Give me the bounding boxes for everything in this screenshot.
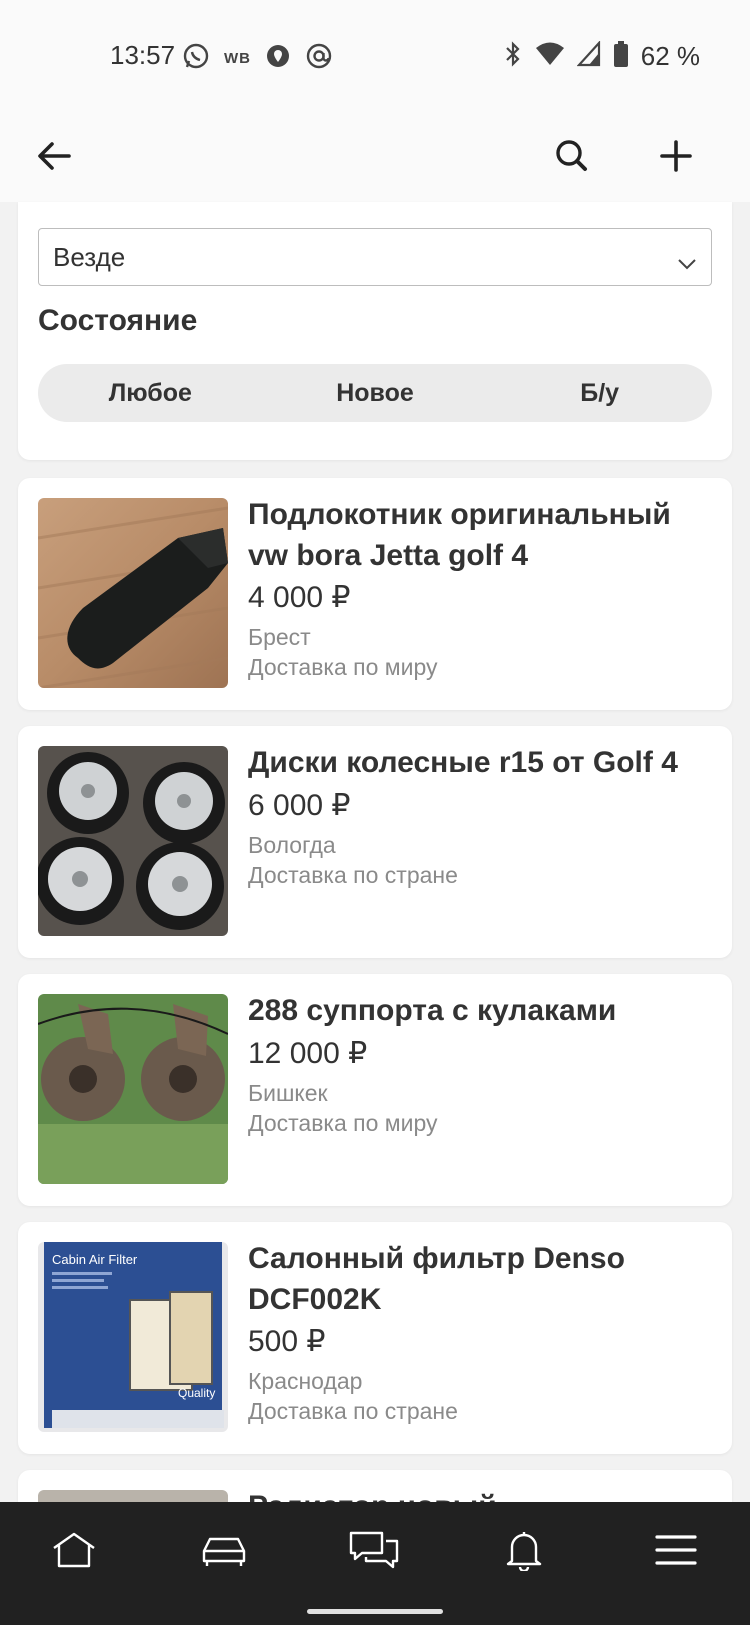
image-caption: Cabin Air Filter bbox=[52, 1252, 138, 1267]
listing-delivery: Доставка по миру bbox=[248, 654, 438, 680]
listing-title-line: vw bora Jetta golf 4 bbox=[248, 539, 529, 572]
battery-percentage: 62 % bbox=[640, 41, 700, 71]
listing-delivery: Доставка по миру bbox=[248, 1110, 438, 1136]
listing-card[interactable]: Подлокотник оригинальный vw bora Jetta g… bbox=[18, 478, 732, 710]
status-system-icons: 62 % bbox=[503, 40, 700, 73]
listing-title-line: DCF002K bbox=[248, 1283, 382, 1316]
nav-home-button[interactable] bbox=[44, 1524, 104, 1576]
listing-price: 500 ₽ bbox=[248, 1325, 326, 1358]
nav-notifications-button[interactable] bbox=[494, 1524, 554, 1576]
filter-panel: Везде Состояние Любое Новое Б/у bbox=[18, 202, 732, 460]
listing-title: Диски колесные r15 от Golf 4 bbox=[248, 742, 708, 783]
nav-garage-button[interactable] bbox=[194, 1524, 254, 1576]
listing-card[interactable]: 288 суппорта с кулаками 12 000 ₽ Бишкек … bbox=[18, 974, 732, 1206]
bottom-navigation bbox=[0, 1502, 750, 1625]
bluetooth-icon bbox=[503, 40, 523, 73]
add-listing-button[interactable] bbox=[648, 128, 704, 184]
search-icon bbox=[556, 140, 587, 171]
listing-title-line: Подлокотник оригинальный bbox=[248, 498, 671, 531]
nav-messages-button[interactable] bbox=[344, 1524, 404, 1576]
bell-icon bbox=[506, 1532, 542, 1571]
location-pin-icon bbox=[265, 43, 291, 74]
listing-card[interactable]: Cabin Air Filter Quality Салонный фильтр… bbox=[18, 1222, 732, 1454]
listing-city: Брест bbox=[248, 624, 311, 650]
listing-title: Салонный фильтр Denso DCF002K bbox=[248, 1238, 708, 1320]
at-sign-icon bbox=[305, 42, 333, 75]
search-button[interactable] bbox=[544, 128, 600, 184]
listing-image bbox=[38, 498, 228, 688]
cellular-signal-icon bbox=[576, 40, 601, 72]
menu-icon bbox=[655, 1535, 697, 1565]
location-select-value: Везде bbox=[53, 241, 126, 272]
listing-price: 12 000 ₽ bbox=[248, 1037, 368, 1070]
home-indicator[interactable] bbox=[307, 1609, 443, 1614]
battery-icon bbox=[613, 40, 629, 73]
listing-city: Бишкек bbox=[248, 1080, 328, 1106]
nav-menu-button[interactable] bbox=[646, 1524, 706, 1576]
chevron-down-icon bbox=[677, 247, 697, 278]
listing-title: 288 суппорта с кулаками bbox=[248, 990, 708, 1031]
arrow-left-icon bbox=[38, 142, 71, 170]
condition-option-used[interactable]: Б/у bbox=[487, 379, 712, 408]
listing-delivery: Доставка по стране bbox=[248, 862, 458, 888]
listing-city: Вологда bbox=[248, 832, 336, 858]
app-bar bbox=[0, 110, 750, 202]
home-icon bbox=[53, 1532, 95, 1568]
status-bar: 13:57 WB 62 % bbox=[0, 0, 750, 110]
condition-option-any[interactable]: Любое bbox=[38, 379, 263, 408]
listing-city: Краснодар bbox=[248, 1368, 363, 1394]
listing-price: 6 000 ₽ bbox=[248, 789, 351, 822]
listing-image: Cabin Air Filter Quality bbox=[38, 1242, 228, 1432]
status-time: 13:57 bbox=[110, 40, 176, 70]
wifi-icon bbox=[535, 41, 565, 72]
location-select[interactable]: Везде bbox=[38, 228, 712, 286]
listing-title-line: Салонный фильтр Denso bbox=[248, 1242, 625, 1275]
status-notification-icons: WB bbox=[182, 42, 333, 75]
condition-option-new[interactable]: Новое bbox=[263, 379, 488, 408]
wb-icon: WB bbox=[224, 50, 251, 67]
back-button[interactable] bbox=[26, 128, 82, 184]
listing-image bbox=[38, 746, 228, 936]
condition-segmented-control: Любое Новое Б/у bbox=[38, 364, 712, 422]
plus-icon bbox=[660, 140, 692, 172]
listing-image bbox=[38, 994, 228, 1184]
listing-title: Подлокотник оригинальный vw bora Jetta g… bbox=[248, 494, 708, 576]
listing-title-line: Диски колесные r15 от Golf 4 bbox=[248, 746, 678, 779]
listing-title-line: 288 суппорта с кулаками bbox=[248, 994, 617, 1027]
listing-price: 4 000 ₽ bbox=[248, 581, 351, 614]
whatsapp-icon bbox=[182, 42, 210, 75]
listing-card[interactable]: Диски колесные r15 от Golf 4 6 000 ₽ Вол… bbox=[18, 726, 732, 958]
chat-icon bbox=[349, 1531, 399, 1569]
car-icon bbox=[202, 1537, 246, 1566]
listing-delivery: Доставка по стране bbox=[248, 1398, 458, 1424]
screen: 13:57 WB 62 % Везде Состояние Любое Ново… bbox=[0, 0, 750, 1625]
condition-title: Состояние bbox=[38, 304, 198, 337]
image-brand: Quality bbox=[178, 1386, 215, 1400]
